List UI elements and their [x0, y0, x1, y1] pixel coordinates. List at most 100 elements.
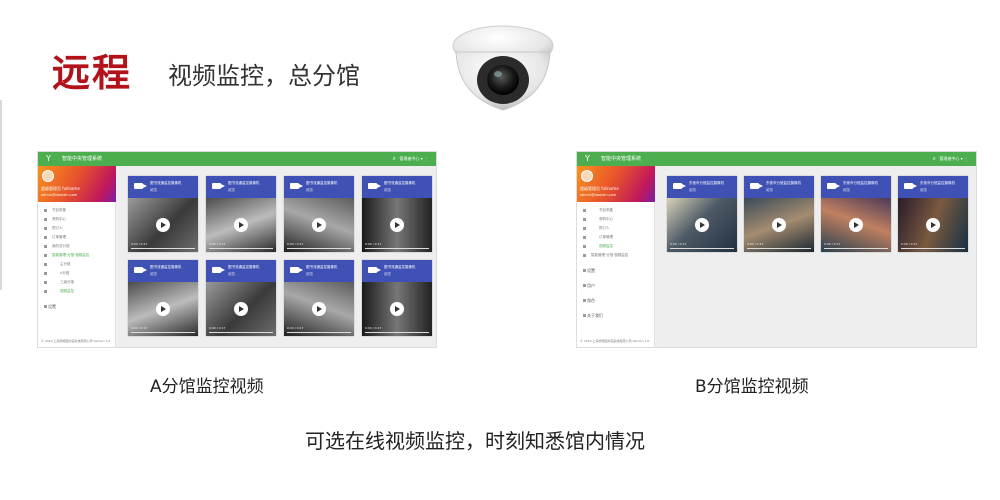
profile-name: 超级管理员 fullname — [580, 186, 619, 191]
video-progress-bar[interactable] — [287, 332, 351, 333]
sidebar-item-label: 设置 — [48, 304, 56, 309]
video-player[interactable]: 0:00 / 0:17 — [284, 282, 354, 336]
video-progress-bar[interactable] — [824, 248, 888, 249]
avatar[interactable] — [42, 170, 54, 182]
video-progress-bar[interactable] — [131, 332, 195, 333]
video-card[interactable]: 东莞市分馆监控摄像机 阅览 0:00 / 0:17 — [821, 176, 891, 252]
play-button[interactable] — [772, 218, 786, 232]
left-divider — [0, 100, 2, 290]
video-card[interactable]: 图书流通监控摄像机 阅览 0:00 / 0:17 — [362, 176, 432, 252]
sidebar-item[interactable]: 三级分馆 — [38, 278, 116, 287]
sidebar-item[interactable]: 预订人 — [38, 224, 116, 233]
video-player[interactable]: 0:00 / 0:17 — [362, 198, 432, 252]
sidebar-item-label: 三级分馆 — [60, 280, 74, 284]
video-player[interactable]: 0:00 / 0:17 — [206, 198, 276, 252]
play-button[interactable] — [156, 218, 170, 232]
video-card[interactable]: 图书流通监控摄像机 阅览 0:00 / 0:17 — [284, 176, 354, 252]
video-card-subtitle: 阅览 — [384, 188, 391, 192]
video-progress-bar[interactable] — [365, 248, 429, 249]
play-button[interactable] — [234, 218, 248, 232]
video-card-title: 图书流通监控摄像机 — [228, 181, 260, 185]
sidebar-item-label: 预订人 — [599, 226, 610, 230]
play-button[interactable] — [390, 218, 404, 232]
video-progress-bar[interactable] — [365, 332, 429, 333]
nav-bullet-icon — [583, 269, 586, 272]
video-progress-bar[interactable] — [670, 248, 734, 249]
video-player[interactable]: 0:00 / 0:17 — [128, 282, 198, 336]
video-progress-bar[interactable] — [287, 248, 351, 249]
play-button[interactable] — [312, 302, 326, 316]
sidebar-item[interactable]: 书目采集 — [577, 206, 655, 215]
sidebar-item[interactable]: 视频监控 — [577, 242, 655, 251]
sidebar-item-label: 我的总分馆 — [52, 244, 70, 248]
sidebar-item[interactable]: 预订人 — [577, 224, 655, 233]
user-menu[interactable]: 管理者中心 ▾ ⋮ — [939, 154, 968, 164]
sidebar-item[interactable]: 视频监控 — [38, 287, 116, 296]
video-card-subtitle: 阅览 — [150, 188, 157, 192]
video-time: 0:00 / 0:17 — [287, 326, 304, 330]
search-icon[interactable]: ⌕ — [933, 154, 936, 164]
video-progress-bar[interactable] — [901, 248, 965, 249]
app-topbar: Y 智能中央管理系统 ⌕ 管理者中心 ▾ ⋮ — [38, 152, 436, 166]
video-card[interactable]: 东莞市分馆监控摄像机 阅览 0:00 / 0:17 — [898, 176, 968, 252]
sidebar-item[interactable]: 智能管理·分馆·视频监控 — [577, 251, 655, 260]
sidebar-nav: 书目采集 采购中心预订人订单管理 视频监控 智能管理·分馆·视频监控 设置用户角色关于我… — [577, 206, 655, 320]
sidebar-item-label: 书目采集 — [52, 208, 66, 212]
sidebar-item[interactable]: 书目采集 — [38, 206, 116, 215]
avatar[interactable] — [581, 170, 593, 182]
video-camera-icon — [368, 267, 381, 273]
nav-bullet-icon — [583, 227, 586, 230]
play-button[interactable] — [234, 302, 248, 316]
sidebar-item[interactable]: 我的总分馆 — [38, 242, 116, 251]
sidebar-item[interactable]: 采购中心 — [577, 215, 655, 224]
play-button[interactable] — [390, 302, 404, 316]
video-camera-icon — [673, 183, 686, 189]
play-button[interactable] — [695, 218, 709, 232]
sidebar-item[interactable]: 订单管理 — [577, 233, 655, 242]
video-progress-bar[interactable] — [747, 248, 811, 249]
play-button[interactable] — [156, 302, 170, 316]
nav-bullet-icon — [44, 227, 47, 230]
video-card[interactable]: 东莞市分馆监控摄像机 阅览 0:00 / 0:17 — [744, 176, 814, 252]
profile-email: admin@domain.com — [580, 193, 617, 197]
video-player[interactable]: 0:00 / 0:17 — [821, 198, 891, 252]
video-card[interactable]: 图书流通监控摄像机 阅览 0:00 / 0:17 — [128, 176, 198, 252]
video-camera-icon — [904, 183, 917, 189]
video-card-title: 图书流通监控摄像机 — [306, 265, 338, 269]
video-player[interactable]: 0:00 / 0:17 — [206, 282, 276, 336]
video-progress-bar[interactable] — [131, 248, 195, 249]
sidebar-item[interactable]: A分馆 — [38, 269, 116, 278]
video-player[interactable]: 0:00 / 0:17 — [744, 198, 814, 252]
sidebar-item[interactable]: 智能管理·分馆·视频监控 — [38, 251, 116, 260]
play-button[interactable] — [849, 218, 863, 232]
video-camera-icon — [290, 267, 303, 273]
video-card[interactable]: 图书流通监控摄像机 阅览 0:00 / 0:17 — [206, 176, 276, 252]
video-card[interactable]: 图书流通监控摄像机 阅览 0:00 / 0:17 — [128, 260, 198, 336]
sidebar-item[interactable]: 采购中心 — [38, 215, 116, 224]
video-card[interactable]: 东莞市分馆监控摄像机 阅览 0:00 / 0:17 — [667, 176, 737, 252]
sidebar-item[interactable]: 主分馆 — [38, 260, 116, 269]
video-player[interactable]: 0:00 / 0:17 — [898, 198, 968, 252]
video-card-subtitle: 阅览 — [920, 188, 927, 192]
video-player[interactable]: 0:00 / 0:17 — [128, 198, 198, 252]
sidebar-item[interactable]: 角色 — [577, 296, 655, 305]
user-menu[interactable]: 管理者中心 ▾ ⋮ — [399, 154, 428, 164]
video-card-title: 图书流通监控摄像机 — [150, 265, 182, 269]
search-icon[interactable]: ⌕ — [393, 154, 396, 164]
sidebar-item[interactable]: 订单管理 — [38, 233, 116, 242]
play-button[interactable] — [312, 218, 326, 232]
play-button[interactable] — [926, 218, 940, 232]
video-player[interactable]: 0:00 / 0:17 — [362, 282, 432, 336]
video-card[interactable]: 图书流通监控摄像机 阅览 0:00 / 0:17 — [206, 260, 276, 336]
sidebar-item[interactable]: 设置 — [38, 302, 116, 311]
sidebar-item[interactable]: 用户 — [577, 281, 655, 290]
video-player[interactable]: 0:00 / 0:17 — [667, 198, 737, 252]
video-card[interactable]: 图书流通监控摄像机 阅览 0:00 / 0:17 — [362, 260, 432, 336]
sidebar-item[interactable]: 设置 — [577, 266, 655, 275]
video-progress-bar[interactable] — [209, 332, 273, 333]
video-progress-bar[interactable] — [209, 248, 273, 249]
video-player[interactable]: 0:00 / 0:17 — [284, 198, 354, 252]
sidebar-item-label: 采购中心 — [52, 217, 66, 221]
sidebar-item[interactable]: 关于我们 — [577, 311, 655, 320]
video-card[interactable]: 图书流通监控摄像机 阅览 0:00 / 0:17 — [284, 260, 354, 336]
